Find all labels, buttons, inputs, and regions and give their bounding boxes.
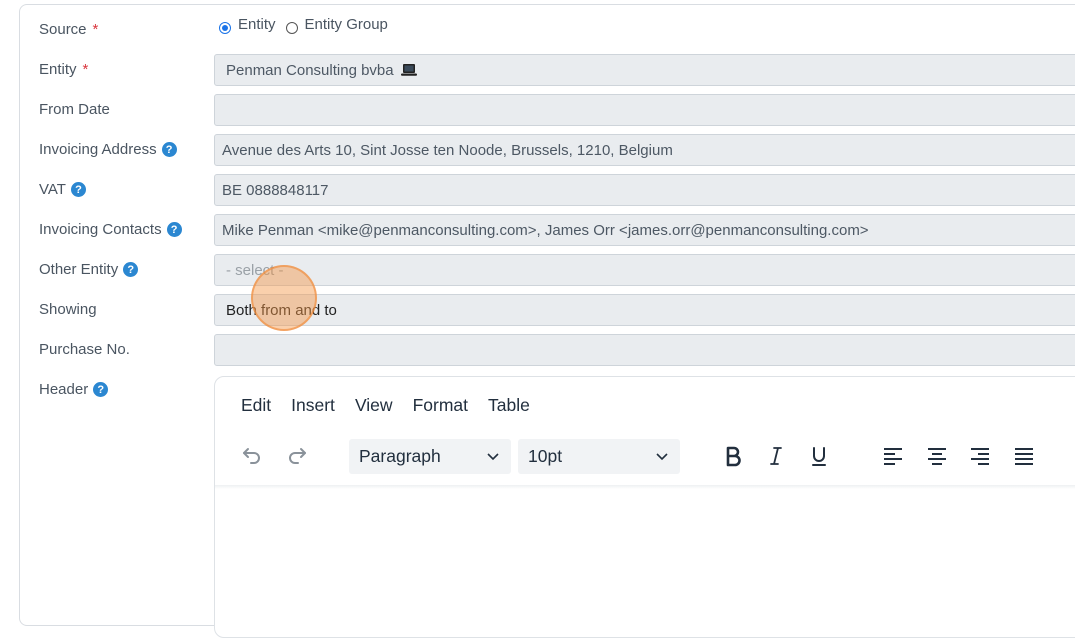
- invoicing-address-field[interactable]: Avenue des Arts 10, Sint Josse ten Noode…: [214, 134, 1075, 166]
- help-icon[interactable]: ?: [161, 142, 177, 157]
- radio-entity[interactable]: [219, 22, 231, 34]
- menu-table[interactable]: Table: [488, 395, 530, 416]
- other-entity-select[interactable]: - select -: [214, 254, 1075, 286]
- invoicing-contacts-label: Invoicing Contacts ?: [39, 221, 182, 238]
- radio-entity-group[interactable]: [285, 22, 298, 34]
- font-size-select[interactable]: 10pt: [518, 439, 680, 474]
- required-marker: *: [92, 21, 99, 38]
- menu-format[interactable]: Format: [413, 395, 468, 416]
- radio-entity-group-label[interactable]: Entity Group: [305, 16, 388, 33]
- entity-value: Penman Consulting bvba: [226, 61, 394, 79]
- laptop-icon: [400, 63, 418, 77]
- help-icon[interactable]: ?: [70, 182, 86, 197]
- underline-icon[interactable]: [806, 443, 832, 469]
- chevron-down-icon: [654, 448, 670, 469]
- source-label: Source *: [39, 21, 99, 38]
- block-format-select[interactable]: Paragraph: [349, 439, 511, 474]
- align-right-icon[interactable]: [967, 443, 993, 469]
- from-date-label: From Date: [39, 101, 110, 118]
- header-label: Header ?: [39, 381, 109, 398]
- editor-content-area[interactable]: [217, 491, 1075, 631]
- menu-view[interactable]: View: [355, 395, 393, 416]
- menu-edit[interactable]: Edit: [241, 395, 271, 416]
- toolbar-divider: [215, 485, 1075, 489]
- align-justify-icon[interactable]: [1011, 443, 1037, 469]
- editor-menubar: Edit Insert View Format Table: [241, 395, 550, 416]
- source-radio-group: Entity Entity Group: [219, 14, 388, 34]
- vat-field[interactable]: BE 0888848117: [214, 174, 1075, 206]
- invoicing-address-label: Invoicing Address ?: [39, 141, 177, 158]
- purchase-no-label: Purchase No.: [39, 341, 130, 358]
- invoicing-contacts-field[interactable]: Mike Penman <mike@penmanconsulting.com>,…: [214, 214, 1075, 246]
- chevron-down-icon: [485, 448, 501, 469]
- italic-icon[interactable]: [763, 443, 789, 469]
- redo-icon[interactable]: [284, 443, 310, 469]
- align-left-icon[interactable]: [880, 443, 906, 469]
- align-center-icon[interactable]: [924, 443, 950, 469]
- help-icon[interactable]: ?: [123, 262, 139, 277]
- undo-icon[interactable]: [239, 443, 265, 469]
- click-indicator: [251, 265, 317, 331]
- purchase-no-field[interactable]: [214, 334, 1075, 366]
- help-icon[interactable]: ?: [93, 382, 109, 397]
- help-icon[interactable]: ?: [166, 222, 182, 237]
- entity-label: Entity *: [39, 61, 89, 78]
- rich-text-editor: Edit Insert View Format Table Paragraph …: [214, 376, 1075, 638]
- showing-select[interactable]: Both from and to: [214, 294, 1075, 326]
- required-marker: *: [82, 61, 89, 78]
- vat-label: VAT ?: [39, 181, 86, 198]
- from-date-field[interactable]: [214, 94, 1075, 126]
- entity-field[interactable]: Penman Consulting bvba: [214, 54, 1075, 86]
- radio-entity-label[interactable]: Entity: [238, 16, 276, 33]
- showing-label: Showing: [39, 301, 97, 318]
- menu-insert[interactable]: Insert: [291, 395, 335, 416]
- bold-icon[interactable]: [720, 443, 746, 469]
- other-entity-label: Other Entity ?: [39, 261, 139, 278]
